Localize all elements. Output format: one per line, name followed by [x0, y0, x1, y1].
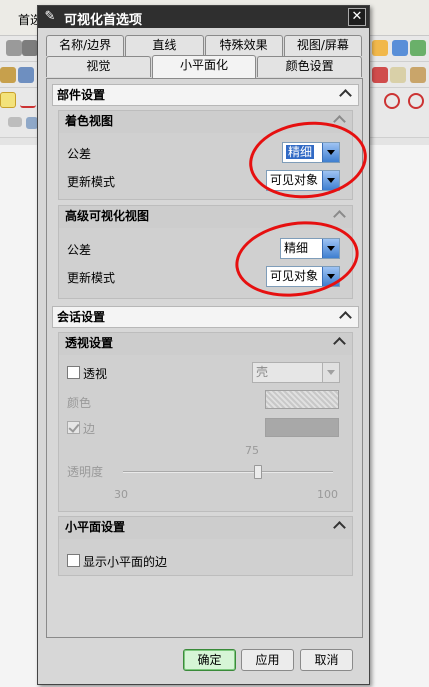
ok-button[interactable]: 确定 [183, 649, 236, 671]
target-icon[interactable] [384, 93, 400, 109]
tab-faceting[interactable]: 小平面化 [151, 55, 257, 78]
part-settings-title: 部件设置 [57, 88, 106, 102]
facet-settings-group: 小平面设置 显示小平面的边 [58, 516, 353, 576]
transparency-slider-thumb[interactable] [254, 465, 262, 479]
slider-max-label: 100 [317, 488, 338, 501]
part-settings-header[interactable]: 部件设置 [52, 84, 359, 106]
tool-icon[interactable] [390, 67, 406, 83]
tool-icon[interactable] [18, 67, 34, 83]
advanced-view-title: 高级可视化视图 [65, 209, 150, 223]
color-label: 颜色 [67, 396, 92, 410]
tab-names-borders[interactable]: 名称/边界 [46, 35, 125, 56]
edge-checkbox[interactable] [67, 421, 80, 434]
tool-icon[interactable] [0, 67, 16, 83]
shaded-view-title: 着色视图 [65, 114, 114, 128]
tool-icon[interactable] [372, 40, 388, 56]
shell-select[interactable]: 壳 [252, 362, 340, 383]
perspective-settings-header[interactable]: 透视设置 [59, 333, 352, 355]
advanced-update-mode-label: 更新模式 [67, 271, 116, 285]
transparency-label: 透明度 [67, 465, 104, 479]
transparency-slider-track[interactable] [123, 471, 333, 473]
tab-special-effects[interactable]: 特殊效果 [204, 35, 283, 56]
show-facet-edges-label: 显示小平面的边 [83, 555, 168, 569]
tabs-row-1: 名称/边界 直线 特殊效果 视图/屏幕 [46, 35, 363, 56]
line-icon[interactable] [20, 92, 36, 108]
dialog-titlebar[interactable]: ✎ 可视化首选项 ✕ [38, 6, 369, 28]
color-swatch-button[interactable] [265, 390, 339, 409]
facet-settings-title: 小平面设置 [65, 520, 126, 534]
collapse-caret-icon[interactable] [340, 310, 354, 324]
shell-select-value: 壳 [256, 365, 269, 379]
dialog-app-icon: ✎ [44, 9, 56, 24]
cube-icon[interactable] [22, 40, 38, 56]
apply-button[interactable]: 应用 [241, 649, 294, 671]
facet-settings-header[interactable]: 小平面设置 [59, 517, 352, 539]
edge-color-swatch[interactable] [265, 418, 339, 437]
tab-visual[interactable]: 视觉 [46, 56, 151, 77]
collapse-caret-icon[interactable] [334, 520, 348, 534]
slider-value-label: 75 [245, 444, 259, 457]
shaded-tolerance-label: 公差 [67, 147, 92, 161]
tab-color-settings[interactable]: 颜色设置 [257, 56, 363, 77]
close-button[interactable]: ✕ [348, 8, 366, 26]
slider-min-label: 30 [114, 488, 128, 501]
tabs-row-2: 视觉 小平面化 颜色设置 [46, 55, 363, 78]
select-icon[interactable] [0, 92, 16, 108]
tool-icon[interactable] [392, 40, 408, 56]
perspective-checkbox[interactable] [67, 366, 80, 379]
cancel-button[interactable]: 取消 [300, 649, 353, 671]
session-settings-title: 会话设置 [57, 310, 106, 324]
shaded-update-mode-label: 更新模式 [67, 175, 116, 189]
collapse-caret-icon[interactable] [334, 336, 348, 350]
advanced-tolerance-label: 公差 [67, 243, 92, 257]
dialog-title: 可视化首选项 [64, 13, 143, 28]
keyboard-icon[interactable] [8, 117, 22, 127]
show-facet-edges-checkbox[interactable] [67, 554, 80, 567]
tool-icon[interactable] [410, 40, 426, 56]
tool-icon[interactable] [372, 67, 388, 83]
chevron-down-icon[interactable] [322, 363, 339, 382]
tab-view-screen[interactable]: 视图/屏幕 [283, 35, 362, 56]
collapse-caret-icon[interactable] [334, 209, 348, 223]
target-icon[interactable] [408, 93, 424, 109]
perspective-label: 透视 [83, 367, 108, 381]
perspective-settings-group: 透视设置 透视 壳 颜色 边 75 透明度 30 100 [58, 332, 353, 512]
perspective-settings-title: 透视设置 [65, 336, 114, 350]
cube-icon[interactable] [6, 40, 22, 56]
edge-label: 边 [83, 422, 96, 436]
visualization-preferences-dialog: ✎ 可视化首选项 ✕ 名称/边界 直线 特殊效果 视图/屏幕 视觉 小平面化 颜… [37, 5, 370, 685]
session-settings-header[interactable]: 会话设置 [52, 306, 359, 328]
tab-line[interactable]: 直线 [125, 35, 204, 56]
collapse-caret-icon[interactable] [340, 88, 354, 102]
tool-icon[interactable] [410, 67, 426, 83]
